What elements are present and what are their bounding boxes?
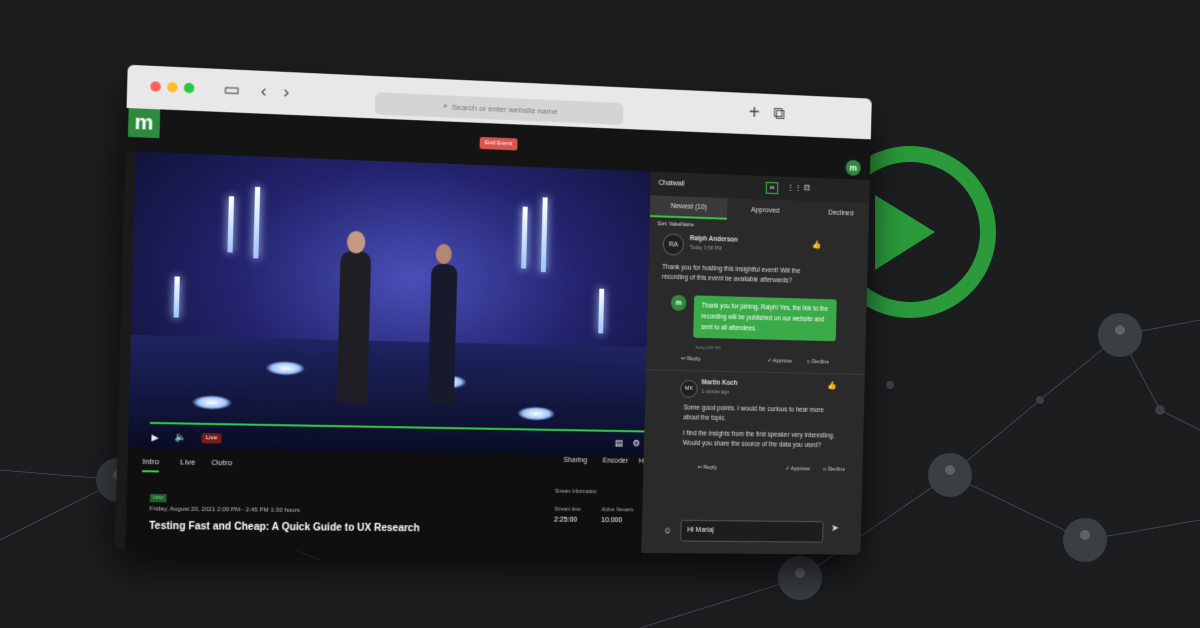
tab-newest[interactable]: Newest (10) (650, 195, 728, 219)
tab-outro[interactable]: Outro (211, 458, 232, 468)
intro-badge: Intro (150, 494, 167, 502)
play-icon[interactable]: ▶ (151, 432, 159, 443)
stream-info-heading: Stream Information (555, 489, 597, 495)
stage-light (253, 187, 260, 259)
sharing-link[interactable]: Sharing (563, 457, 587, 464)
approve-button[interactable]: ✓ Approve (785, 466, 810, 472)
reply-label: Reply (703, 465, 717, 471)
stage-light (598, 289, 604, 334)
close-dot[interactable] (150, 81, 161, 92)
tab-live[interactable]: Live (180, 457, 196, 466)
decline-label: Decline (812, 359, 829, 365)
like-icon[interactable]: 👍 (812, 240, 822, 250)
event-info-area: Intro Live Outro Sharing Encoder Help In… (125, 448, 673, 554)
tab-declined[interactable]: Declined (803, 201, 872, 225)
speaker-woman-head (435, 244, 452, 265)
live-badge: Live (202, 433, 222, 444)
grid-icon[interactable]: ⋮⋮ (787, 183, 802, 192)
volume-icon[interactable]: 🔈 (174, 432, 186, 443)
sort-dropdown[interactable]: Sort: ValueName (657, 219, 694, 230)
stage-light (541, 197, 548, 272)
speaker-woman (428, 264, 458, 405)
tabs-icon[interactable]: ⧉ (773, 105, 785, 123)
divider (646, 369, 872, 375)
approve-label: Approve (773, 358, 793, 364)
encoder-link[interactable]: Encoder (603, 458, 629, 465)
message-text: Thank you for hosting this insightful ev… (662, 263, 825, 288)
chatwall-title: Chatwall (658, 180, 684, 188)
captions-icon[interactable]: ▤ (615, 438, 624, 449)
speaker-man-head (347, 231, 366, 254)
stage-light (521, 207, 528, 269)
search-icon: ⌕ (443, 101, 448, 111)
forward-icon[interactable]: › (283, 83, 289, 102)
like-icon[interactable]: 👍 (827, 381, 837, 391)
host-avatar: m (671, 295, 687, 311)
view-toggle-button[interactable]: ss (766, 182, 779, 194)
decline-button[interactable]: ⦸ Decline (807, 359, 829, 366)
floor-spot (517, 406, 555, 421)
event-title: Testing Fast and Cheap: A Quick Guide to… (149, 521, 420, 535)
brand-logo[interactable]: m (128, 108, 160, 138)
reply-button[interactable]: ↩ Reply (681, 356, 701, 362)
stage-light (227, 196, 234, 252)
chat-input[interactable]: Hi Maria| (680, 520, 823, 543)
stream-time-value: 2:25:00 (554, 517, 577, 524)
message-text: Some good points. I would be curious to … (683, 404, 836, 426)
active-viewers-value: 10.000 (601, 517, 622, 524)
browser-window: ▭ ‹ › ⌕ Search or enter website name + ⧉… (115, 65, 872, 555)
host-reply-bubble: Thank you for joining, Ralph! Yes, the l… (693, 295, 837, 341)
speaker-man (337, 251, 372, 404)
expand-icon[interactable]: ⊡ (804, 183, 811, 192)
message-time: Today 3:56 PM (690, 243, 722, 254)
chatwall-panel: Chatwall ss ⋮⋮ ⊡ Newest (10) Approved De… (641, 172, 872, 555)
minimize-dot[interactable] (167, 82, 178, 93)
reply-label: Reply (687, 356, 701, 362)
stream-time-label: Stream time (554, 507, 581, 513)
decline-label: Decline (828, 467, 845, 473)
active-viewers-label: Active Viewers (601, 507, 633, 513)
new-tab-icon[interactable]: + (748, 104, 760, 122)
stage-light (174, 276, 180, 317)
address-placeholder: Search or enter website name (451, 102, 557, 116)
emoji-icon[interactable]: ☺ (663, 526, 672, 536)
avatar: MK (680, 380, 698, 398)
maximize-dot[interactable] (184, 83, 195, 94)
reply-time: Today 3:58 PM (695, 343, 721, 353)
tab-approved[interactable]: Approved (727, 198, 804, 222)
settings-icon[interactable]: ⚙ (632, 438, 640, 449)
tab-intro[interactable]: Intro (142, 457, 159, 473)
message-time: 1 minute ago (701, 387, 729, 397)
back-icon[interactable]: ‹ (260, 82, 266, 101)
video-player[interactable]: ▶ 🔈 Live ▤ ⚙ ⛶ (128, 152, 680, 457)
event-date: Friday, August 20, 2021 2:00 PM - 2:45 P… (149, 506, 299, 514)
send-icon[interactable]: ➤ (831, 524, 839, 534)
user-avatar[interactable]: m (846, 160, 861, 176)
approve-label: Approve (791, 466, 811, 472)
reply-button[interactable]: ↩ Reply (697, 465, 717, 471)
end-event-button[interactable]: End Event (480, 137, 518, 151)
decline-button[interactable]: ⦸ Decline (823, 467, 845, 474)
message-text-2: I find the insights from the first speak… (683, 429, 836, 451)
approve-button[interactable]: ✓ Approve (767, 358, 792, 364)
sidebar-icon[interactable]: ▭ (223, 80, 240, 99)
avatar: RA (662, 233, 684, 255)
